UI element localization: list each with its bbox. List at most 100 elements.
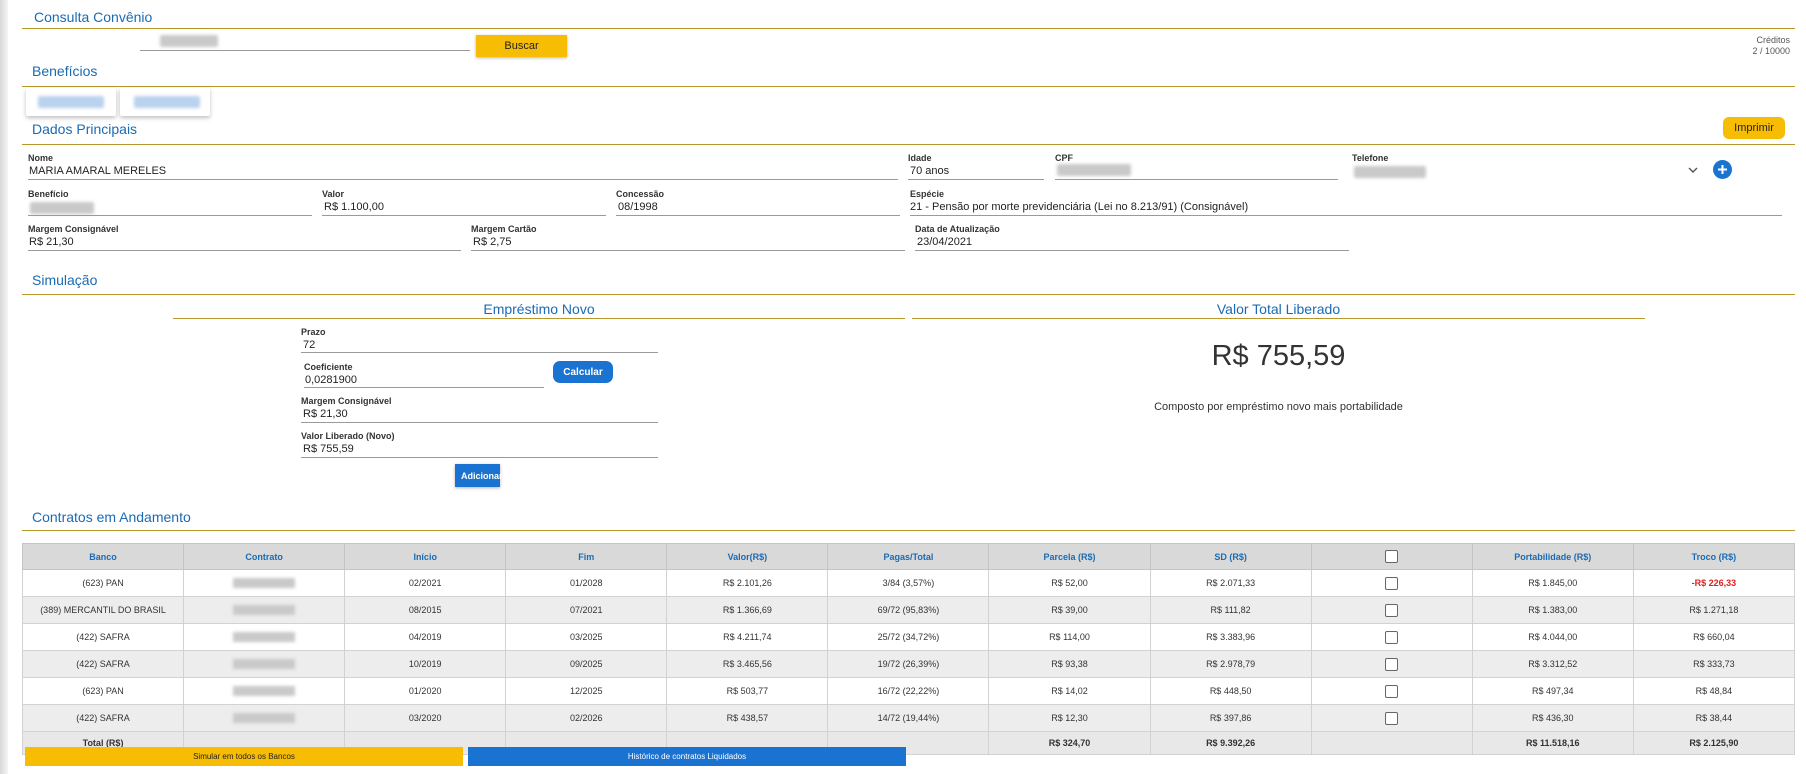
search-value-redacted [160, 35, 218, 47]
col-select-all[interactable] [1310, 543, 1473, 570]
total-parcela: R$ 324,70 [988, 731, 1151, 755]
beneficio-redacted [30, 202, 94, 214]
cell-sd: R$ 2.071,33 [1149, 569, 1312, 597]
beneficio-tab-2[interactable] [120, 88, 210, 116]
col-contrato: Contrato [183, 543, 346, 570]
cell-fim: 02/2026 [505, 704, 668, 732]
cell-pagas: 19/72 (26,39%) [827, 650, 990, 678]
cell-contrato [183, 623, 346, 651]
nome-field[interactable] [28, 179, 898, 180]
cpf-redacted [1057, 164, 1131, 176]
table-row: (623) PAN 02/2021 01/2028 R$ 2.101,26 3/… [21, 569, 1796, 597]
row-checkbox[interactable] [1385, 711, 1399, 725]
search-input[interactable] [140, 50, 470, 51]
select-all-checkbox[interactable] [1385, 550, 1399, 563]
cell-parcela: R$ 39,00 [988, 596, 1151, 624]
contracts-header-row: Banco Contrato Início Fim Valor(R$) Paga… [21, 543, 1796, 570]
cell-valor: R$ 1.366,69 [666, 596, 829, 624]
cell-select[interactable] [1310, 623, 1473, 651]
cell-banco: (422) SAFRA [21, 623, 185, 651]
row-checkbox[interactable] [1385, 576, 1399, 590]
cpf-field[interactable] [1055, 179, 1338, 180]
cell-pagas: 16/72 (22,22%) [827, 677, 990, 705]
row-checkbox[interactable] [1385, 630, 1399, 644]
plus-icon[interactable] [1713, 160, 1732, 179]
calcular-button[interactable]: Calcular [553, 361, 613, 383]
valor-total-title: Valor Total Liberado [1216, 301, 1341, 317]
cell-select[interactable] [1310, 650, 1473, 678]
cell-troco: R$ 1.271,18 [1632, 596, 1796, 624]
table-row: (623) PAN 01/2020 12/2025 R$ 503,77 16/7… [21, 677, 1796, 705]
cell-sd: R$ 3.383,96 [1149, 623, 1312, 651]
col-troco: Troco (R$) [1632, 543, 1796, 570]
emprestimo-novo-title: Empréstimo Novo [483, 301, 595, 317]
print-button[interactable]: Imprimir [1723, 117, 1785, 139]
concessao-field[interactable] [616, 215, 900, 216]
margem-sim-field[interactable] [301, 422, 658, 423]
cell-sd: R$ 448,50 [1149, 677, 1312, 705]
margem-consignavel-value: R$ 21,30 [29, 236, 74, 248]
col-inicio: Início [344, 543, 507, 570]
especie-field[interactable] [910, 215, 1782, 216]
data-atualizacao-field[interactable] [915, 250, 1349, 251]
total-portabilidade: R$ 11.518,16 [1471, 731, 1634, 755]
cell-banco: (623) PAN [21, 677, 185, 705]
left-shadow-strip [0, 0, 8, 774]
adicionar-button[interactable]: Adicionar [455, 464, 503, 487]
cell-sd: R$ 2.978,79 [1149, 650, 1312, 678]
chevron-down-icon[interactable] [1687, 163, 1699, 175]
data-atualizacao-value: 23/04/2021 [917, 236, 973, 248]
row-checkbox[interactable] [1385, 603, 1399, 617]
idade-field[interactable] [908, 179, 1044, 180]
col-portabilidade: Portabilidade (R$) [1471, 543, 1634, 570]
row-checkbox[interactable] [1385, 684, 1399, 698]
simular-todos-bancos-button[interactable]: Simular em todos os Bancos [25, 747, 463, 766]
dados-divider [22, 144, 1795, 145]
telefone-label: Telefone [1352, 153, 1389, 163]
prazo-field[interactable] [301, 352, 658, 353]
cell-inicio: 04/2019 [344, 623, 507, 651]
beneficio-tab-1-redacted [38, 96, 104, 108]
cell-inicio: 02/2021 [344, 569, 507, 597]
dados-title: Dados Principais [32, 121, 138, 137]
cell-select[interactable] [1310, 569, 1473, 597]
cell-parcela: R$ 12,30 [988, 704, 1151, 732]
beneficios-divider [22, 86, 1795, 87]
cpf-label: CPF [1055, 153, 1073, 163]
cell-contrato [183, 677, 346, 705]
cell-banco: (422) SAFRA [21, 704, 185, 732]
cell-valor: R$ 503,77 [666, 677, 829, 705]
valor-total-caption: Composto por empréstimo novo mais portab… [1154, 401, 1403, 413]
table-row: (389) MERCANTIL DO BRASIL 08/2015 07/202… [21, 596, 1796, 624]
cell-fim: 09/2025 [505, 650, 668, 678]
cell-pagas: 3/84 (3,57%) [827, 569, 990, 597]
cell-select[interactable] [1310, 677, 1473, 705]
cell-pagas: 25/72 (34,72%) [827, 623, 990, 651]
table-row: (422) SAFRA 03/2020 02/2026 R$ 438,57 14… [21, 704, 1796, 732]
margem-consignavel-field[interactable] [28, 250, 461, 251]
contracts-table: Banco Contrato Início Fim Valor(R$) Paga… [21, 543, 1796, 755]
table-row: (422) SAFRA 04/2019 03/2025 R$ 4.211,74 … [21, 623, 1796, 651]
col-parcela: Parcela (R$) [988, 543, 1151, 570]
cell-select[interactable] [1310, 704, 1473, 732]
cell-portabilidade: R$ 3.312,52 [1471, 650, 1634, 678]
valor-field[interactable] [322, 215, 606, 216]
valor-liberado-value: R$ 755,59 [303, 443, 354, 455]
margem-consignavel-label: Margem Consignável [28, 224, 119, 234]
historico-contratos-button[interactable]: Histórico de contratos Liquidados [468, 747, 906, 766]
cell-portabilidade: R$ 436,30 [1471, 704, 1634, 732]
row-checkbox[interactable] [1385, 657, 1399, 671]
cell-parcela: R$ 14,02 [988, 677, 1151, 705]
cell-valor: R$ 3.465,56 [666, 650, 829, 678]
credits-box: Créditos 2 / 10000 [1752, 35, 1790, 57]
beneficio-field[interactable] [28, 215, 312, 216]
valor-liberado-field[interactable] [301, 457, 658, 458]
cell-troco: R$ 660,04 [1632, 623, 1796, 651]
cell-select[interactable] [1310, 596, 1473, 624]
margem-cartao-field[interactable] [471, 250, 905, 251]
margem-sim-value: R$ 21,30 [303, 408, 348, 420]
search-button[interactable]: Buscar [476, 35, 567, 57]
coeficiente-field[interactable] [304, 387, 544, 388]
beneficio-tab-1[interactable] [26, 88, 116, 116]
cell-contrato [183, 704, 346, 732]
